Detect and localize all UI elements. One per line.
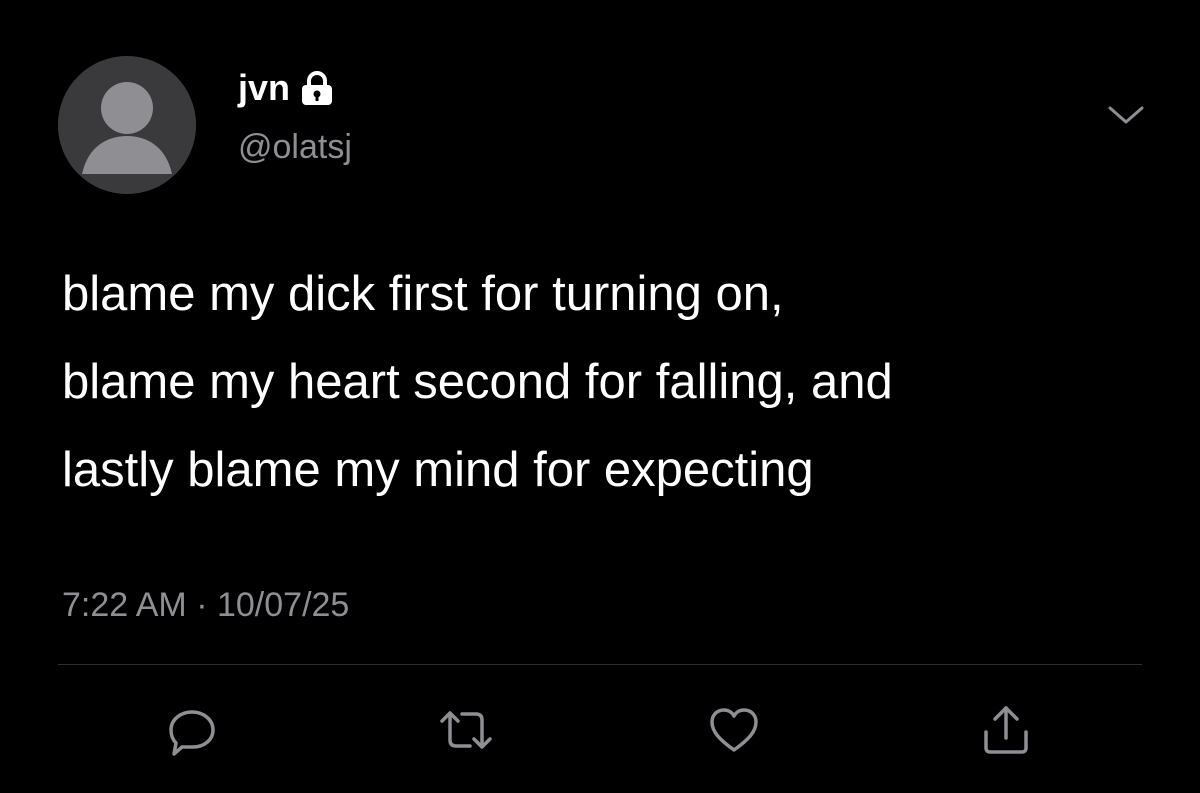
lock-icon — [302, 71, 333, 105]
tweet-timestamp[interactable]: 7:22 AM · 10/07/25 — [62, 580, 349, 630]
reply-button[interactable] — [162, 700, 222, 760]
tweet-text-line: blame my heart second for falling, and — [62, 355, 893, 409]
tweet-text-line: blame my dick first for turning on, — [62, 267, 784, 321]
chevron-down-icon[interactable] — [1106, 100, 1146, 130]
tweet-card: jvn @olatsj blame my dick first for turn… — [0, 0, 1200, 793]
tweet-time: 7:22 AM — [62, 586, 187, 624]
user-handle[interactable]: @olatsj — [238, 126, 352, 168]
meta-separator: · — [196, 586, 208, 624]
display-name-row: jvn — [238, 66, 334, 110]
avatar[interactable] — [58, 56, 196, 194]
share-button[interactable] — [976, 700, 1036, 760]
share-icon — [984, 706, 1028, 754]
like-button[interactable] — [704, 700, 764, 760]
heart-icon — [710, 708, 758, 752]
display-name[interactable]: jvn — [238, 66, 290, 110]
divider — [58, 664, 1142, 665]
retweet-button[interactable] — [436, 700, 496, 760]
reply-icon — [169, 710, 215, 756]
default-avatar-icon — [58, 56, 196, 194]
retweet-icon — [440, 711, 492, 749]
tweet-text-line: lastly blame my mind for expecting — [62, 443, 814, 497]
tweet-text: blame my dick first for turning on, blam… — [62, 250, 1172, 514]
tweet-date: 10/07/25 — [216, 586, 350, 624]
